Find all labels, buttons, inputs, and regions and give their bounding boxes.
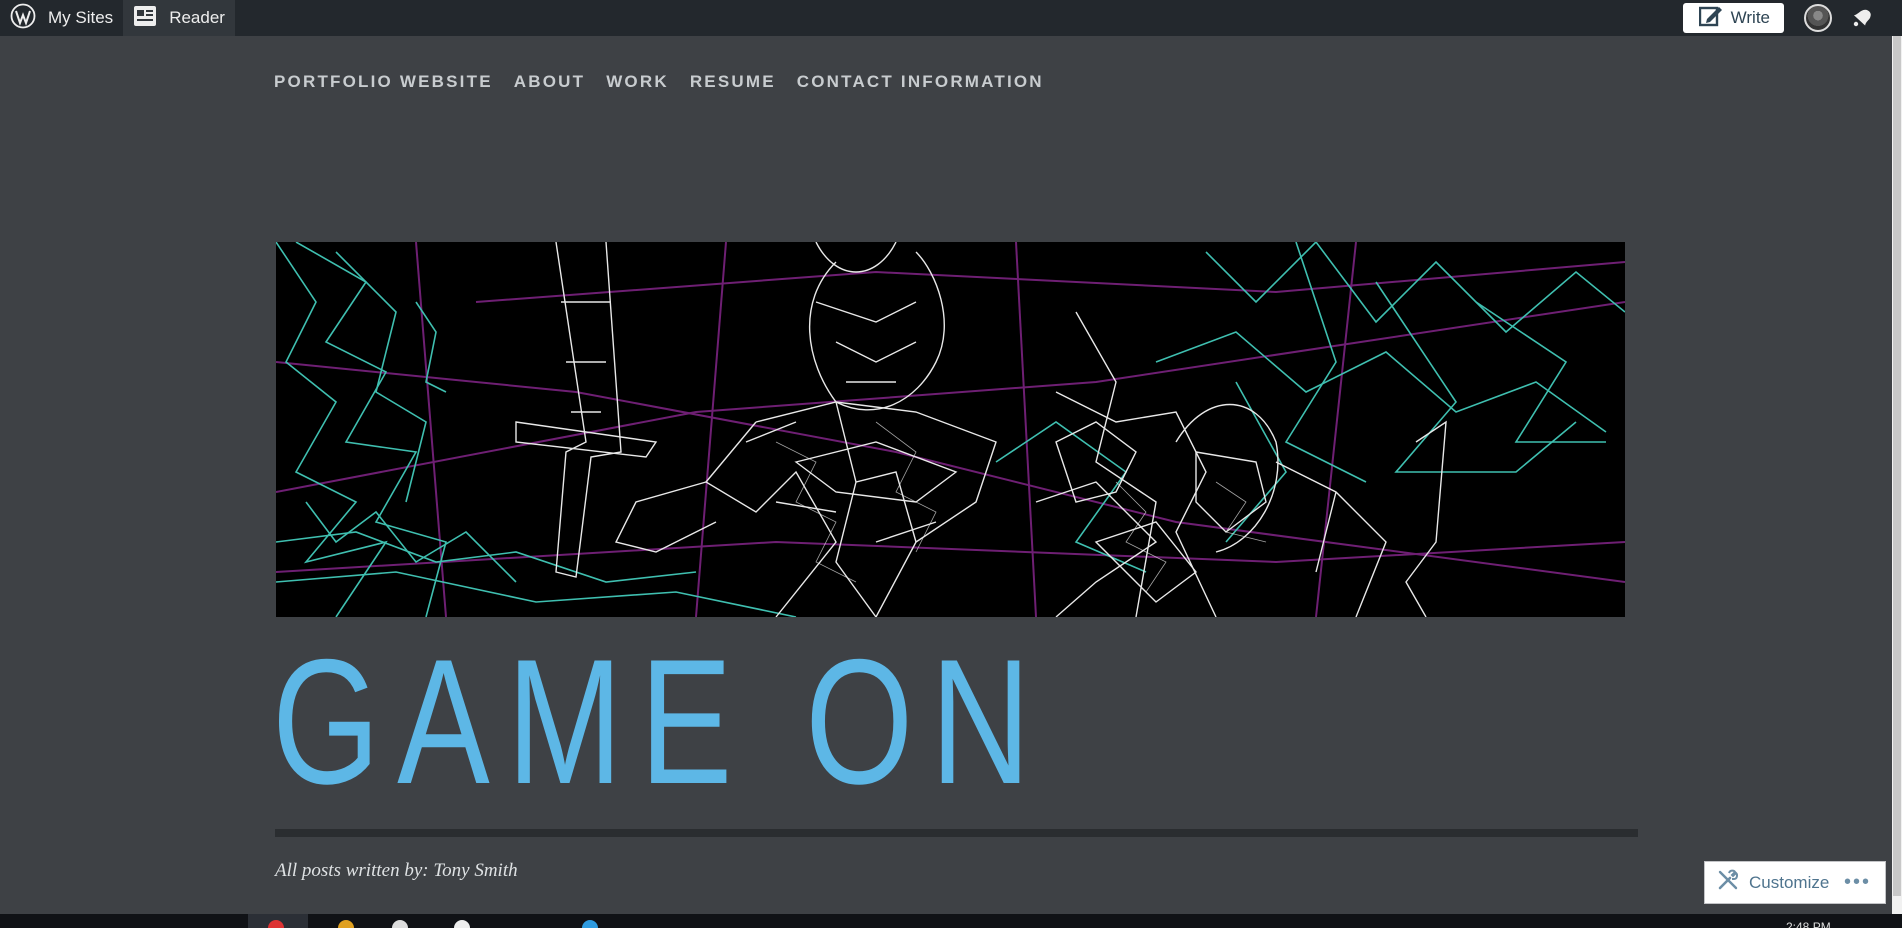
edit-icon: [1698, 5, 1723, 32]
my-sites-button[interactable]: My Sites: [0, 0, 123, 36]
notifications-button[interactable]: [1850, 4, 1874, 33]
more-options-button[interactable]: •••: [1844, 871, 1871, 894]
header-image: [276, 242, 1625, 617]
vertical-scrollbar[interactable]: [1892, 36, 1902, 916]
wordpress-logo-icon: [10, 3, 36, 34]
tools-icon: [1717, 869, 1739, 896]
file-explorer-icon[interactable]: [338, 920, 354, 928]
site-navigation: PORTFOLIO WEBSITE ABOUT WORK RESUME CONT…: [274, 72, 1044, 92]
nav-item-work[interactable]: WORK: [606, 72, 669, 92]
app-icon-3[interactable]: [582, 920, 598, 928]
site-title[interactable]: GAME ON: [272, 622, 1048, 822]
my-sites-label: My Sites: [48, 8, 114, 27]
app-icon[interactable]: [392, 920, 408, 928]
os-taskbar: 2:48 PM: [0, 914, 1902, 928]
nav-item-about[interactable]: ABOUT: [514, 72, 585, 92]
customize-panel: Customize •••: [1704, 861, 1886, 904]
reader-label: Reader: [169, 8, 225, 27]
bell-icon: [1850, 4, 1874, 33]
system-clock[interactable]: 2:48 PM: [1786, 914, 1831, 928]
reader-button[interactable]: Reader: [123, 0, 235, 36]
admin-bar: My Sites Reader Write: [0, 0, 1902, 36]
reader-icon: [133, 5, 157, 32]
write-label: Write: [1730, 8, 1770, 27]
scrollbar-thumb[interactable]: [1893, 36, 1901, 896]
title-divider: [275, 829, 1638, 837]
avatar[interactable]: [1804, 4, 1832, 32]
nav-item-resume[interactable]: RESUME: [690, 72, 776, 92]
admin-bar-right: Write: [1682, 0, 1902, 36]
nav-item-portfolio-website[interactable]: PORTFOLIO WEBSITE: [274, 72, 493, 92]
app-icon-2[interactable]: [454, 920, 470, 928]
author-byline: All posts written by: Tony Smith: [275, 860, 518, 881]
write-button[interactable]: Write: [1682, 3, 1784, 33]
customize-button[interactable]: Customize: [1705, 869, 1829, 896]
customize-label: Customize: [1749, 872, 1830, 892]
nav-item-contact-information[interactable]: CONTACT INFORMATION: [797, 72, 1044, 92]
